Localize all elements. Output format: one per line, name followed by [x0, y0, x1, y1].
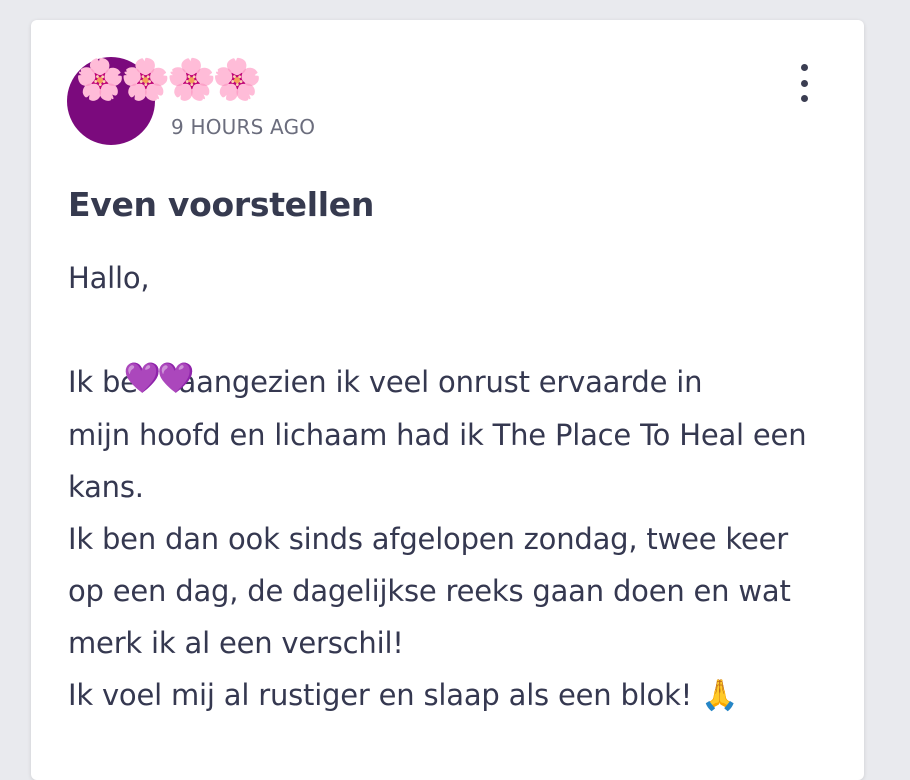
post-timestamp: 9 HOURS AGO — [171, 115, 316, 139]
post-line: Ik be💜💜aangezien ik veel onrust ervaarde… — [68, 356, 838, 409]
more-vertical-icon — [800, 64, 808, 71]
more-vertical-icon-dot — [800, 95, 808, 102]
post-title: Even voorstellen — [68, 185, 375, 224]
post-greeting: Hallo, — [68, 261, 150, 295]
post-line: Ik ben dan ook sinds afgelopen zondag, t… — [68, 522, 788, 556]
post-body: Hallo, Ik be💜💜aangezien ik veel onrust e… — [68, 252, 838, 722]
avatar-emoji-overlay: 🌸🌸🌸🌸 — [75, 57, 262, 103]
post-line: kans. — [68, 470, 144, 504]
post-line: merk ik al een verschil! — [68, 626, 404, 660]
post-card: 🌸🌸🌸🌸 9 HOURS AGO Even voorstellen Hallo,… — [31, 20, 864, 780]
post-line: op een dag, de dagelijkse reeks gaan doe… — [68, 574, 791, 608]
purple-heart-emoji: 💜💜 — [123, 361, 195, 396]
more-options-button[interactable] — [794, 64, 814, 102]
post-line: Ik voel mij al rustiger en slaap als een… — [68, 678, 739, 713]
praying-hands-emoji: 🙏 — [701, 678, 739, 713]
post-line: mijn hoofd en lichaam had ik The Place T… — [68, 418, 807, 452]
more-vertical-icon-dot — [800, 79, 808, 87]
